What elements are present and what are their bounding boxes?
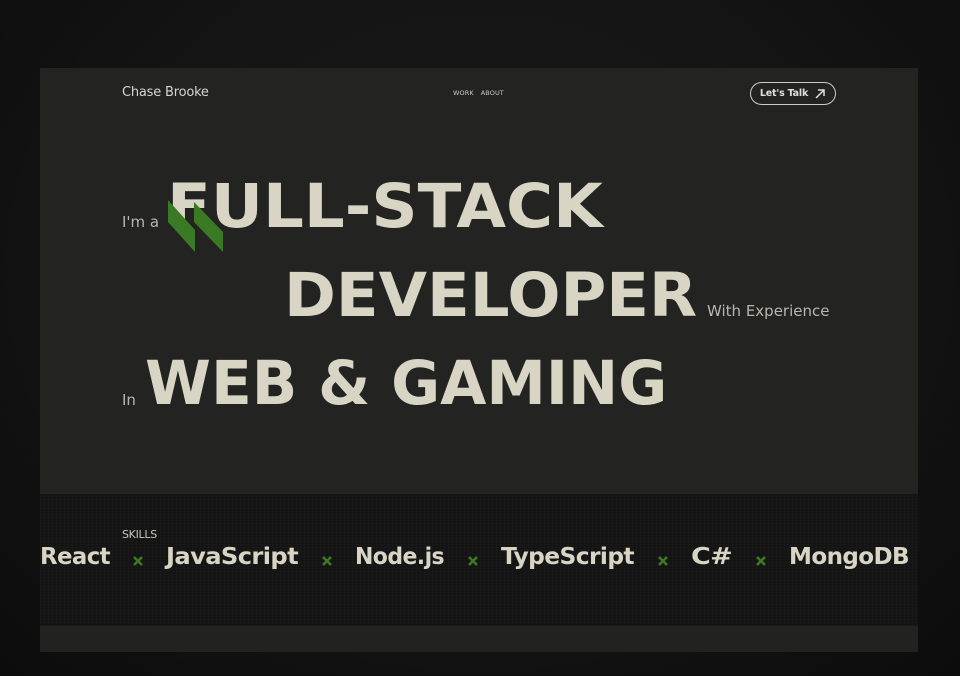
hero-prefix-in: In	[122, 391, 136, 409]
skills-ticker: React JavaScript Node.js TypeScript C# M…	[40, 544, 918, 578]
bottom-strip	[40, 626, 918, 652]
hero-suffix-with-experience: With Experience	[707, 302, 830, 320]
arrow-up-right-icon	[815, 88, 825, 99]
skill-csharp: C#	[691, 544, 733, 570]
lets-talk-button[interactable]: Let's Talk	[750, 82, 836, 105]
skill-javascript: JavaScript	[166, 544, 299, 570]
x-cross-icon	[756, 556, 766, 566]
brand-name[interactable]: Chase Brooke	[122, 85, 209, 100]
x-cross-icon	[133, 556, 143, 566]
main-nav: WORK ABOUT	[453, 89, 504, 97]
x-cross-icon	[322, 556, 332, 566]
x-cross-icon	[658, 556, 668, 566]
x-cross-icon	[468, 556, 478, 566]
skills-section: SKILLS React JavaScript Node.js TypeScri…	[40, 494, 918, 626]
nav-work[interactable]: WORK	[453, 89, 474, 97]
hero-word-developer: DEVELOPER	[284, 260, 698, 331]
skill-typescript: TypeScript	[501, 544, 635, 570]
skill-mongodb: MongoDB	[789, 544, 910, 570]
skill-react: React	[40, 544, 111, 570]
hero-word-web-gaming: WEB & GAMING	[145, 348, 668, 419]
lets-talk-label: Let's Talk	[759, 88, 809, 99]
nav-about[interactable]: ABOUT	[481, 89, 504, 97]
hero-word-full-stack: FULL-STACK	[167, 171, 603, 242]
double-slash-logo-icon	[168, 200, 223, 252]
skills-label: SKILLS	[122, 528, 157, 541]
skill-nodejs: Node.js	[355, 544, 445, 570]
